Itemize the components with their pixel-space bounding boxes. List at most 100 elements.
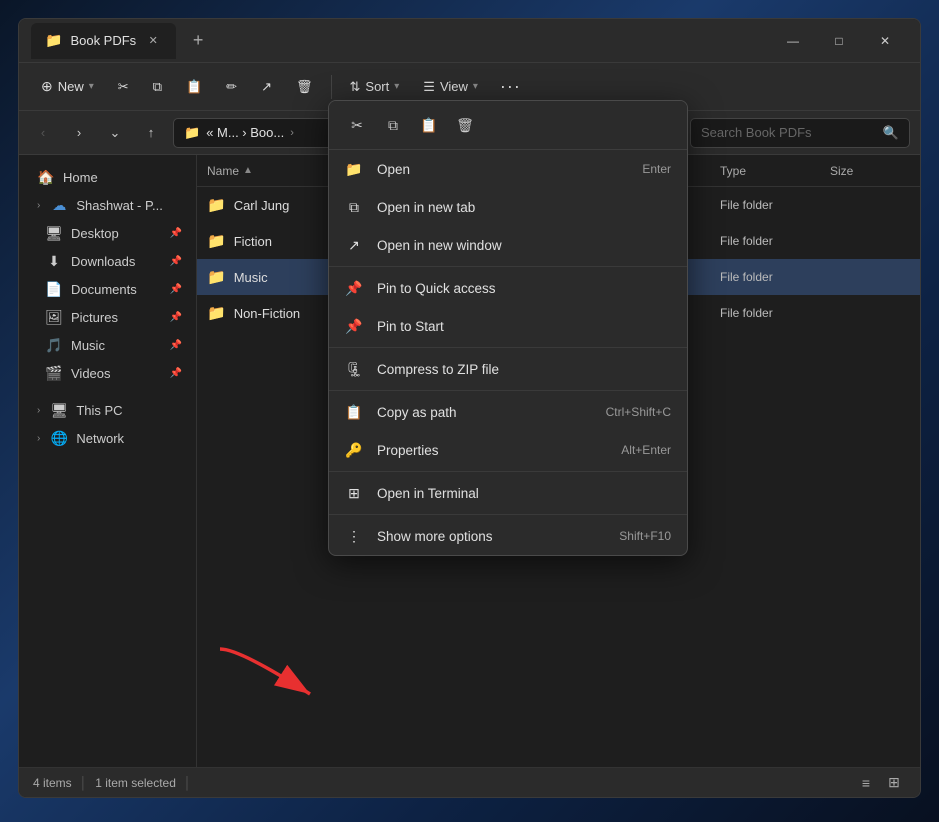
sidebar-network-label: Network [76,431,124,446]
paste-button[interactable]: 📋 [176,74,212,100]
network-expand-icon: › [37,433,40,444]
cm-pin-quick-item[interactable]: 📌 Pin to Quick access [329,269,687,307]
pin-icon-documents: 📌 [170,284,182,295]
path-folder-icon: 📁 [184,125,200,141]
cm-open-window-item[interactable]: ↗ Open in new window [329,226,687,264]
videos-icon: 🎬 [45,365,63,382]
file-name: Non-Fiction [234,306,300,321]
copy-button[interactable]: ⧉ [143,74,172,100]
cm-copy-path-icon: 📋 [345,403,363,421]
sidebar-item-music[interactable]: 🎵 Music 📌 [31,332,192,359]
status-separator: │ [80,776,88,790]
cm-copy-button[interactable]: ⧉ [377,109,409,141]
sidebar-item-videos[interactable]: 🎬 Videos 📌 [31,360,192,387]
cm-open-item[interactable]: 📁 Open Enter [329,150,687,188]
sidebar-item-this-pc[interactable]: › 🖥 This PC [23,397,192,424]
status-separator2: │ [184,776,192,790]
active-tab[interactable]: 📁 Book PDFs ✕ [31,23,176,59]
rename-button[interactable]: ✏ [216,74,247,100]
cm-open-window-label: Open in new window [377,238,671,253]
column-size[interactable]: Size [830,164,910,178]
sidebar-item-desktop[interactable]: 🖥 Desktop 📌 [31,220,192,247]
close-button[interactable]: ✕ [862,25,908,57]
search-box[interactable]: Search Book PDFs 🔍 [690,118,910,148]
cm-pin-start-item[interactable]: 📌 Pin to Start [329,307,687,345]
downloads-icon: ⬇ [45,253,63,270]
details-view-button[interactable]: ≡ [854,771,878,795]
cm-properties-item[interactable]: 🔑 Properties Alt+Enter [329,431,687,469]
sidebar: 🏠 Home › ☁ Shashwat - P... 🖥 Desktop 📌 ⬇… [19,155,197,767]
music-icon: 🎵 [45,337,63,354]
cm-more-options-shortcut: Shift+F10 [619,529,671,543]
new-button[interactable]: ⊕ New ▾ [31,73,104,100]
cm-terminal-label: Open in Terminal [377,486,671,501]
cut-icon: ✂ [118,79,129,95]
cm-separator-5 [329,514,687,515]
view-label: View [440,79,468,94]
sidebar-item-network[interactable]: › 🌐 Network [23,425,192,452]
desktop-icon: 🖥 [45,225,63,242]
column-name-label: Name [207,164,239,178]
sidebar-item-pictures[interactable]: 🖼 Pictures 📌 [31,304,192,331]
title-bar-left: 📁 Book PDFs ✕ + [31,23,770,59]
status-bar: 4 items │ 1 item selected │ ≡ ⊞ [19,767,920,797]
sidebar-item-downloads[interactable]: ⬇ Downloads 📌 [31,248,192,275]
tiles-view-button[interactable]: ⊞ [882,771,906,795]
sidebar-item-home[interactable]: 🏠 Home [23,164,192,191]
sidebar-music-label: Music [71,338,105,353]
cm-copy-path-label: Copy as path [377,405,592,420]
search-icon: 🔍 [883,125,899,141]
new-label: New [58,79,84,94]
sidebar-desktop-label: Desktop [71,226,119,241]
back-button[interactable]: ‹ [29,119,57,147]
cm-open-shortcut: Enter [642,162,671,176]
sidebar-item-documents[interactable]: 📄 Documents 📌 [31,276,192,303]
quick-access-section: 🖥 Desktop 📌 ⬇ Downloads 📌 📄 Documents 📌 … [19,220,196,387]
sidebar-documents-label: Documents [71,282,137,297]
cm-open-tab-item[interactable]: ⧉ Open in new tab [329,188,687,226]
recent-button[interactable]: ⌄ [101,119,129,147]
cm-cut-button[interactable]: ✂ [341,109,373,141]
sort-button[interactable]: ⇅ Sort ▾ [340,74,410,100]
toolbar-separator [331,75,332,99]
search-placeholder: Search Book PDFs [701,125,812,140]
home-icon: 🏠 [37,169,55,186]
sidebar-this-pc-label: This PC [76,403,122,418]
up-button[interactable]: ↑ [137,119,165,147]
cm-terminal-item[interactable]: ⊞ Open in Terminal [329,474,687,512]
cm-separator-2 [329,347,687,348]
cm-more-options-item[interactable]: ⋮ Show more options Shift+F10 [329,517,687,555]
column-type[interactable]: Type [720,164,830,178]
minimize-button[interactable]: — [770,25,816,57]
cm-paste-button[interactable]: 📋 [413,109,445,141]
tab-close-button[interactable]: ✕ [144,32,162,50]
view-button[interactable]: ☰ View ▾ [413,74,488,100]
cm-compress-label: Compress to ZIP file [377,362,671,377]
tab-label: Book PDFs [70,33,136,48]
title-bar: 📁 Book PDFs ✕ + — □ ✕ [19,19,920,63]
cm-properties-icon: 🔑 [345,441,363,459]
cloud-icon: ☁ [50,197,68,214]
cm-delete-button[interactable]: 🗑 [449,109,481,141]
cm-copy-path-item[interactable]: 📋 Copy as path Ctrl+Shift+C [329,393,687,431]
file-name: Fiction [234,234,272,249]
network-icon: 🌐 [50,430,68,447]
selected-info: 1 item selected [95,776,176,790]
cm-copy-path-shortcut: Ctrl+Shift+C [606,405,671,419]
context-menu: ✂ ⧉ 📋 🗑 📁 Open Enter ⧉ Open in new tab ↗… [328,100,688,556]
sidebar-item-shashwat[interactable]: › ☁ Shashwat - P... [23,192,192,219]
cm-compress-item[interactable]: 🗜 Compress to ZIP file [329,350,687,388]
new-tab-button[interactable]: + [184,27,212,55]
delete-button[interactable]: 🗑 [286,74,323,100]
maximize-button[interactable]: □ [816,25,862,57]
pin-icon-pictures: 📌 [170,312,182,323]
file-name: Music [234,270,268,285]
pictures-icon: 🖼 [45,309,63,326]
cm-more-options-icon: ⋮ [345,527,363,545]
cut-button[interactable]: ✂ [108,74,139,100]
folder-icon: 📁 [207,268,226,286]
share-button[interactable]: ↗ [251,74,282,100]
more-options-button[interactable]: ··· [492,71,529,102]
forward-button[interactable]: › [65,119,93,147]
shashwat-expand-icon: › [37,200,40,211]
